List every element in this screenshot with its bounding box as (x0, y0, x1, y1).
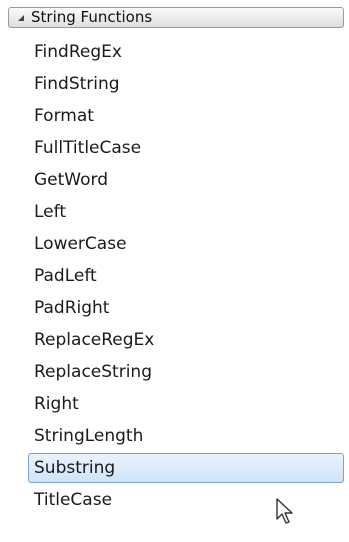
list-item-replaceregex[interactable]: ReplaceRegEx (28, 324, 344, 356)
mouse-pointer-icon (276, 498, 293, 524)
list-item-padleft[interactable]: PadLeft (28, 260, 344, 292)
list-item-lowercase[interactable]: LowerCase (28, 228, 344, 260)
list-item-fulltitlecase[interactable]: FullTitleCase (28, 132, 344, 164)
list-item-replacestring[interactable]: ReplaceString (28, 356, 344, 388)
collapse-triangle-icon[interactable] (17, 14, 25, 22)
list-item-substring-selected[interactable]: Substring (28, 453, 344, 483)
list-item-format[interactable]: Format (28, 100, 344, 132)
list-item-findregex[interactable]: FindRegEx (28, 36, 344, 68)
function-list-panel: String Functions FindRegEx FindString Fo… (0, 0, 349, 542)
string-functions-group-header[interactable]: String Functions (8, 7, 344, 28)
list-item-getword[interactable]: GetWord (28, 164, 344, 196)
list-item-right[interactable]: Right (28, 388, 344, 420)
list-item-padright[interactable]: PadRight (28, 292, 344, 324)
list-item-findstring[interactable]: FindString (28, 68, 344, 100)
function-list: FindRegEx FindString Format FullTitleCas… (28, 36, 344, 516)
group-label: String Functions (31, 8, 153, 26)
list-item-stringlength[interactable]: StringLength (28, 420, 344, 452)
list-item-left[interactable]: Left (28, 196, 344, 228)
